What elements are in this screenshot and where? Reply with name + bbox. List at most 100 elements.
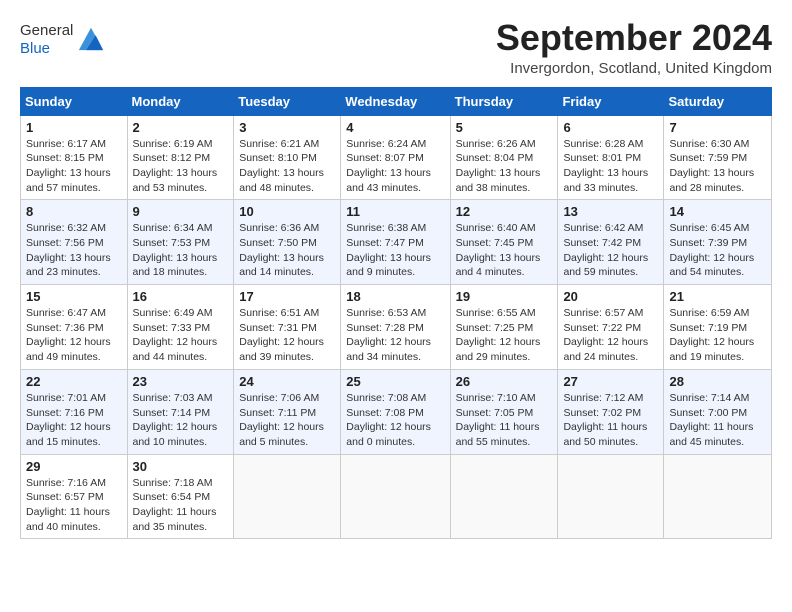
calendar-table: Sunday Monday Tuesday Wednesday Thursday… [20,87,772,540]
day-number: 18 [346,289,444,304]
day-number: 20 [563,289,658,304]
day-info: Sunrise: 6:38 AMSunset: 7:47 PMDaylight:… [346,221,444,280]
day-number: 5 [456,120,553,135]
calendar-cell: 26 Sunrise: 7:10 AMSunset: 7:05 PMDayligh… [450,369,558,454]
calendar-cell: 18Sunrise: 6:53 AMSunset: 7:28 PMDayligh… [341,285,450,370]
day-number: 8 [26,204,122,219]
day-info: Sunrise: 7:10 AMSunset: 7:05 PMDaylight:… [456,391,553,450]
day-number: 21 [669,289,766,304]
logo-general: General [20,22,73,40]
day-info: Sunrise: 6:28 AMSunset: 8:01 PMDaylight:… [563,137,658,196]
calendar-cell: 20 Sunrise: 6:57 AMSunset: 7:22 PMDayligh… [558,285,664,370]
calendar-week-row: 1 Sunrise: 6:17 AMSunset: 8:15 PMDaylight… [21,115,772,200]
calendar-cell: 15 Sunrise: 6:47 AMSunset: 7:36 PMDayligh… [21,285,128,370]
day-number: 12 [456,204,553,219]
calendar-cell: 11Sunrise: 6:38 AMSunset: 7:47 PMDayligh… [341,200,450,285]
calendar-cell [341,454,450,539]
day-info: Sunrise: 6:26 AMSunset: 8:04 PMDaylight:… [456,137,553,196]
day-number: 19 [456,289,553,304]
calendar-cell: 3 Sunrise: 6:21 AMSunset: 8:10 PMDaylight… [234,115,341,200]
calendar-cell: 10Sunrise: 6:36 AMSunset: 7:50 PMDayligh… [234,200,341,285]
calendar-cell: 27 Sunrise: 7:12 AMSunset: 7:02 PMDayligh… [558,369,664,454]
day-number: 17 [239,289,335,304]
calendar-cell: 13 Sunrise: 6:42 AMSunset: 7:42 PMDayligh… [558,200,664,285]
calendar-cell: 28 Sunrise: 7:14 AMSunset: 7:00 PMDayligh… [664,369,772,454]
day-number: 3 [239,120,335,135]
calendar-cell: 7 Sunrise: 6:30 AMSunset: 7:59 PMDaylight… [664,115,772,200]
day-info: Sunrise: 7:14 AMSunset: 7:00 PMDaylight:… [669,391,766,450]
header-tuesday: Tuesday [234,87,341,115]
day-info: Sunrise: 7:16 AMSunset: 6:57 PMDaylight:… [26,476,122,535]
day-info: Sunrise: 7:18 AMSunset: 6:54 PMDaylight:… [133,476,229,535]
day-number: 1 [26,120,122,135]
day-info: Sunrise: 6:51 AMSunset: 7:31 PMDaylight:… [239,306,335,365]
day-info: Sunrise: 6:24 AMSunset: 8:07 PMDaylight:… [346,137,444,196]
subtitle: Invergordon, Scotland, United Kingdom [496,60,772,77]
calendar-week-row: 15 Sunrise: 6:47 AMSunset: 7:36 PMDayligh… [21,285,772,370]
day-info: Sunrise: 6:19 AMSunset: 8:12 PMDaylight:… [133,137,229,196]
header-friday: Friday [558,87,664,115]
calendar-cell: 17 Sunrise: 6:51 AMSunset: 7:31 PMDayligh… [234,285,341,370]
calendar-cell: 25Sunrise: 7:08 AMSunset: 7:08 PMDayligh… [341,369,450,454]
day-info: Sunrise: 6:34 AMSunset: 7:53 PMDaylight:… [133,221,229,280]
header: General Blue September 2024 Invergordon,… [20,18,772,77]
title-block: September 2024 Invergordon, Scotland, Un… [496,18,772,77]
day-number: 13 [563,204,658,219]
day-info: Sunrise: 7:01 AMSunset: 7:16 PMDaylight:… [26,391,122,450]
calendar-header-row: Sunday Monday Tuesday Wednesday Thursday… [21,87,772,115]
day-info: Sunrise: 6:30 AMSunset: 7:59 PMDaylight:… [669,137,766,196]
calendar-cell: 4Sunrise: 6:24 AMSunset: 8:07 PMDaylight… [341,115,450,200]
day-number: 6 [563,120,658,135]
header-saturday: Saturday [664,87,772,115]
day-number: 7 [669,120,766,135]
calendar-cell: 2 Sunrise: 6:19 AMSunset: 8:12 PMDaylight… [127,115,234,200]
day-info: Sunrise: 6:57 AMSunset: 7:22 PMDaylight:… [563,306,658,365]
calendar-cell: 16Sunrise: 6:49 AMSunset: 7:33 PMDayligh… [127,285,234,370]
main-title: September 2024 [496,18,772,58]
day-number: 14 [669,204,766,219]
calendar-cell: 6 Sunrise: 6:28 AMSunset: 8:01 PMDaylight… [558,115,664,200]
calendar-cell: 23Sunrise: 7:03 AMSunset: 7:14 PMDayligh… [127,369,234,454]
calendar-cell: 22 Sunrise: 7:01 AMSunset: 7:16 PMDayligh… [21,369,128,454]
day-number: 2 [133,120,229,135]
calendar-cell: 30 Sunrise: 7:18 AMSunset: 6:54 PMDayligh… [127,454,234,539]
page-container: General Blue September 2024 Invergordon,… [0,0,792,549]
calendar-cell: 12Sunrise: 6:40 AMSunset: 7:45 PMDayligh… [450,200,558,285]
day-info: Sunrise: 6:47 AMSunset: 7:36 PMDaylight:… [26,306,122,365]
day-number: 28 [669,374,766,389]
calendar-cell: 29 Sunrise: 7:16 AMSunset: 6:57 PMDayligh… [21,454,128,539]
day-info: Sunrise: 6:17 AMSunset: 8:15 PMDaylight:… [26,137,122,196]
day-number: 23 [133,374,229,389]
calendar-cell: 19Sunrise: 6:55 AMSunset: 7:25 PMDayligh… [450,285,558,370]
day-number: 29 [26,459,122,474]
header-wednesday: Wednesday [341,87,450,115]
day-number: 24 [239,374,335,389]
logo-blue: Blue [20,40,73,58]
calendar-cell [450,454,558,539]
day-info: Sunrise: 6:45 AMSunset: 7:39 PMDaylight:… [669,221,766,280]
header-thursday: Thursday [450,87,558,115]
day-number: 15 [26,289,122,304]
header-sunday: Sunday [21,87,128,115]
day-info: Sunrise: 6:42 AMSunset: 7:42 PMDaylight:… [563,221,658,280]
logo-text: General Blue [20,22,73,58]
day-info: Sunrise: 6:21 AMSunset: 8:10 PMDaylight:… [239,137,335,196]
calendar-week-row: 29 Sunrise: 7:16 AMSunset: 6:57 PMDayligh… [21,454,772,539]
day-number: 9 [133,204,229,219]
day-number: 22 [26,374,122,389]
calendar-cell: 5 Sunrise: 6:26 AMSunset: 8:04 PMDaylight… [450,115,558,200]
day-info: Sunrise: 7:08 AMSunset: 7:08 PMDaylight:… [346,391,444,450]
calendar-cell: 8Sunrise: 6:32 AMSunset: 7:56 PMDaylight… [21,200,128,285]
day-number: 30 [133,459,229,474]
calendar-cell: 14 Sunrise: 6:45 AMSunset: 7:39 PMDayligh… [664,200,772,285]
calendar-cell: 21Sunrise: 6:59 AMSunset: 7:19 PMDayligh… [664,285,772,370]
day-number: 16 [133,289,229,304]
day-info: Sunrise: 7:06 AMSunset: 7:11 PMDaylight:… [239,391,335,450]
day-number: 27 [563,374,658,389]
calendar-cell: 24 Sunrise: 7:06 AMSunset: 7:11 PMDayligh… [234,369,341,454]
day-info: Sunrise: 7:12 AMSunset: 7:02 PMDaylight:… [563,391,658,450]
logo: General Blue [20,22,105,58]
calendar-cell: 9 Sunrise: 6:34 AMSunset: 7:53 PMDaylight… [127,200,234,285]
day-number: 26 [456,374,553,389]
calendar-cell [234,454,341,539]
